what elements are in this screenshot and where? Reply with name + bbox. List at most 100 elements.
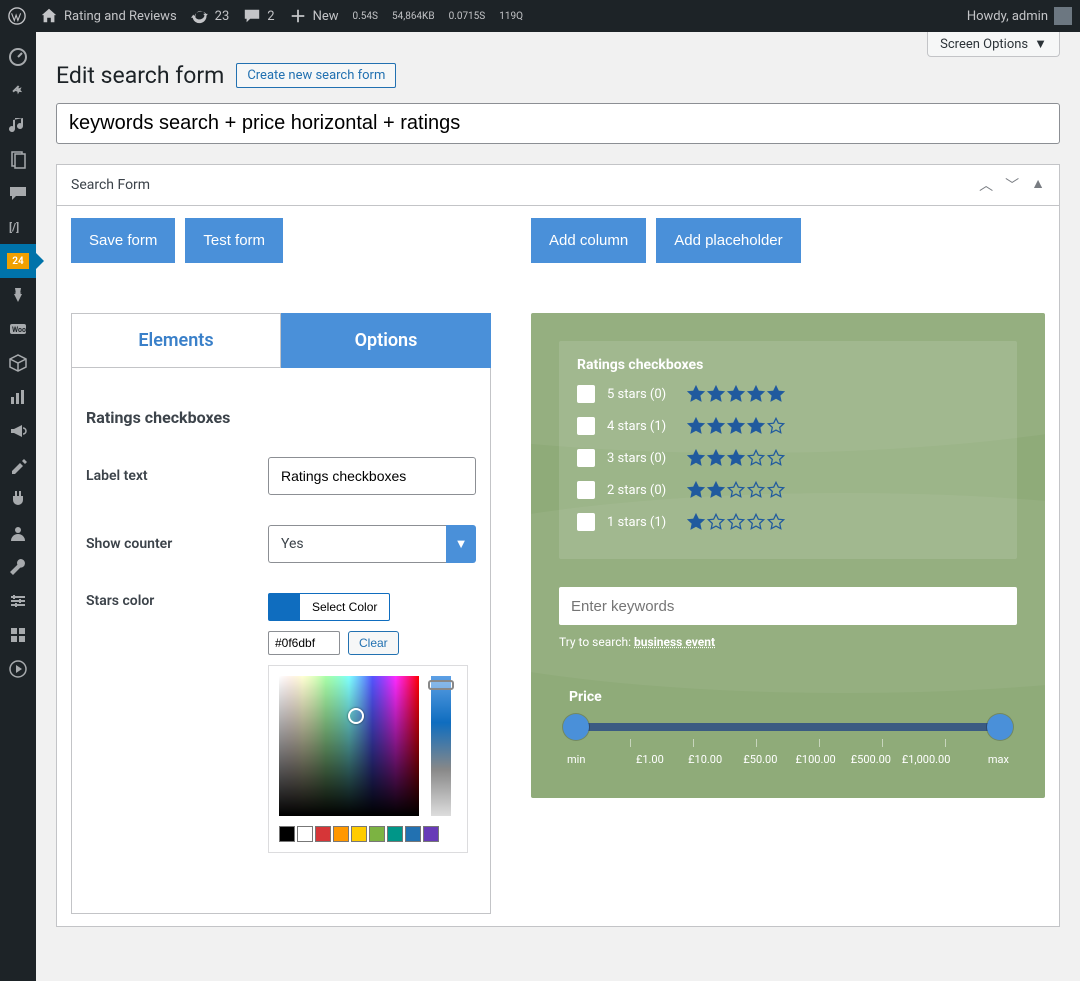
menu-grid[interactable] — [0, 618, 36, 652]
select-color-button[interactable]: Select Color — [300, 593, 390, 621]
howdy[interactable]: Howdy, admin — [967, 7, 1072, 25]
star-icons — [687, 449, 785, 467]
saturation-value-picker[interactable] — [279, 676, 419, 816]
price-min-handle[interactable] — [563, 714, 589, 740]
rating-checkbox[interactable] — [577, 449, 595, 467]
add-placeholder-button[interactable]: Add placeholder — [656, 218, 800, 263]
current-color-swatch — [268, 593, 300, 621]
debug-stat-2: 0.0715S — [449, 11, 486, 22]
menu-users[interactable] — [0, 516, 36, 550]
rating-label: 4 stars (1) — [607, 419, 675, 434]
caret-down-icon: ▼ — [1034, 36, 1047, 52]
stars-color-label: Stars color — [86, 593, 256, 609]
star-icons — [687, 513, 785, 531]
menu-marketing[interactable] — [0, 414, 36, 448]
tab-options[interactable]: Options — [281, 313, 491, 368]
rating-label: 1 stars (1) — [607, 515, 675, 530]
palette-color[interactable] — [279, 826, 295, 842]
test-form-button[interactable]: Test form — [185, 218, 283, 263]
form-preview: Ratings checkboxes 5 stars (0) 4 stars (1… — [531, 313, 1045, 798]
menu-tools[interactable] — [0, 550, 36, 584]
admin-sidebar: [/] 24 Woo — [0, 32, 36, 981]
price-title: Price — [559, 689, 1017, 705]
rating-label: 2 stars (0) — [607, 483, 675, 498]
menu-posts[interactable] — [0, 74, 36, 108]
avatar — [1054, 7, 1072, 25]
color-hex-input[interactable] — [268, 631, 340, 655]
add-column-button[interactable]: Add column — [531, 218, 646, 263]
menu-pages[interactable] — [0, 142, 36, 176]
rating-checkbox[interactable] — [577, 513, 595, 531]
price-tick-label: £100.00 — [788, 753, 843, 766]
debug-stat-0: 0.54S — [353, 11, 378, 22]
keyword-search[interactable] — [559, 587, 1017, 625]
screen-options[interactable]: Screen Options ▼ — [927, 32, 1060, 57]
menu-media[interactable] — [0, 108, 36, 142]
save-form-button[interactable]: Save form — [71, 218, 175, 263]
price-slider[interactable] — [567, 723, 1009, 731]
menu-active[interactable]: 24 — [0, 244, 36, 278]
palette-color[interactable] — [297, 826, 313, 842]
new-content[interactable]: New — [289, 7, 339, 25]
menu-woo[interactable]: Woo — [0, 312, 36, 346]
menu-appearance[interactable] — [0, 448, 36, 482]
ratings-title: Ratings checkboxes — [577, 357, 999, 373]
clear-color-button[interactable]: Clear — [348, 631, 399, 655]
menu-pin[interactable] — [0, 278, 36, 312]
rating-checkbox[interactable] — [577, 385, 595, 403]
rating-row: 1 stars (1) — [577, 513, 999, 531]
panel-title: Search Form — [71, 177, 150, 193]
page-title: Edit search form — [56, 62, 224, 89]
color-picker-panel — [268, 665, 468, 853]
menu-video[interactable] — [0, 652, 36, 686]
rating-row: 5 stars (0) — [577, 385, 999, 403]
price-max-handle[interactable] — [987, 714, 1013, 740]
search-icon — [983, 595, 1005, 617]
menu-dashboard[interactable] — [0, 40, 36, 74]
show-counter-select[interactable]: Yes ▼ — [268, 525, 476, 563]
rating-row: 4 stars (1) — [577, 417, 999, 435]
menu-code[interactable]: [/] — [0, 210, 36, 244]
price-tick-label: £1.00 — [622, 753, 677, 766]
site-home[interactable]: Rating and Reviews — [40, 7, 177, 25]
palette-color[interactable] — [423, 826, 439, 842]
debug-stat-3: 119Q — [499, 11, 523, 22]
palette-color[interactable] — [405, 826, 421, 842]
rating-label: 3 stars (0) — [607, 451, 675, 466]
rating-row: 2 stars (0) — [577, 481, 999, 499]
menu-products[interactable] — [0, 346, 36, 380]
price-tick-label: max — [954, 753, 1009, 766]
tab-elements[interactable]: Elements — [71, 313, 281, 368]
menu-comments[interactable] — [0, 176, 36, 210]
form-title-input[interactable] — [56, 103, 1060, 144]
move-up-icon[interactable]: ︿ — [979, 175, 993, 195]
comments[interactable]: 2 — [243, 7, 274, 25]
palette-color[interactable] — [387, 826, 403, 842]
menu-plugins[interactable] — [0, 482, 36, 516]
hue-slider[interactable] — [431, 676, 451, 816]
suggested-keywords[interactable]: business event — [634, 635, 715, 649]
palette-color[interactable] — [315, 826, 331, 842]
price-tick-label: min — [567, 753, 622, 766]
rating-checkbox[interactable] — [577, 417, 595, 435]
palette-color[interactable] — [369, 826, 385, 842]
rating-checkbox[interactable] — [577, 481, 595, 499]
wp-logo[interactable] — [8, 7, 26, 25]
create-new-form[interactable]: Create new search form — [236, 63, 396, 88]
keyword-input[interactable] — [571, 598, 983, 615]
label-text-input[interactable] — [268, 457, 476, 495]
menu-analytics[interactable] — [0, 380, 36, 414]
try-to-search: Try to search: business event — [559, 635, 1017, 649]
move-down-icon[interactable]: ﹀ — [1005, 175, 1019, 195]
menu-settings[interactable] — [0, 584, 36, 618]
updates[interactable]: 23 — [191, 7, 230, 25]
palette-color[interactable] — [333, 826, 349, 842]
palette-color[interactable] — [351, 826, 367, 842]
options-section-title: Ratings checkboxes — [86, 408, 476, 427]
collapse-icon[interactable]: ▲ — [1031, 175, 1045, 195]
ratings-list: 5 stars (0) 4 stars (1) 3 stars (0) 2 stars… — [577, 385, 999, 531]
show-counter-label: Show counter — [86, 536, 256, 552]
star-icons — [687, 417, 785, 435]
label-text-label: Label text — [86, 468, 256, 484]
debug-stat-1: 54,864KB — [392, 11, 435, 22]
